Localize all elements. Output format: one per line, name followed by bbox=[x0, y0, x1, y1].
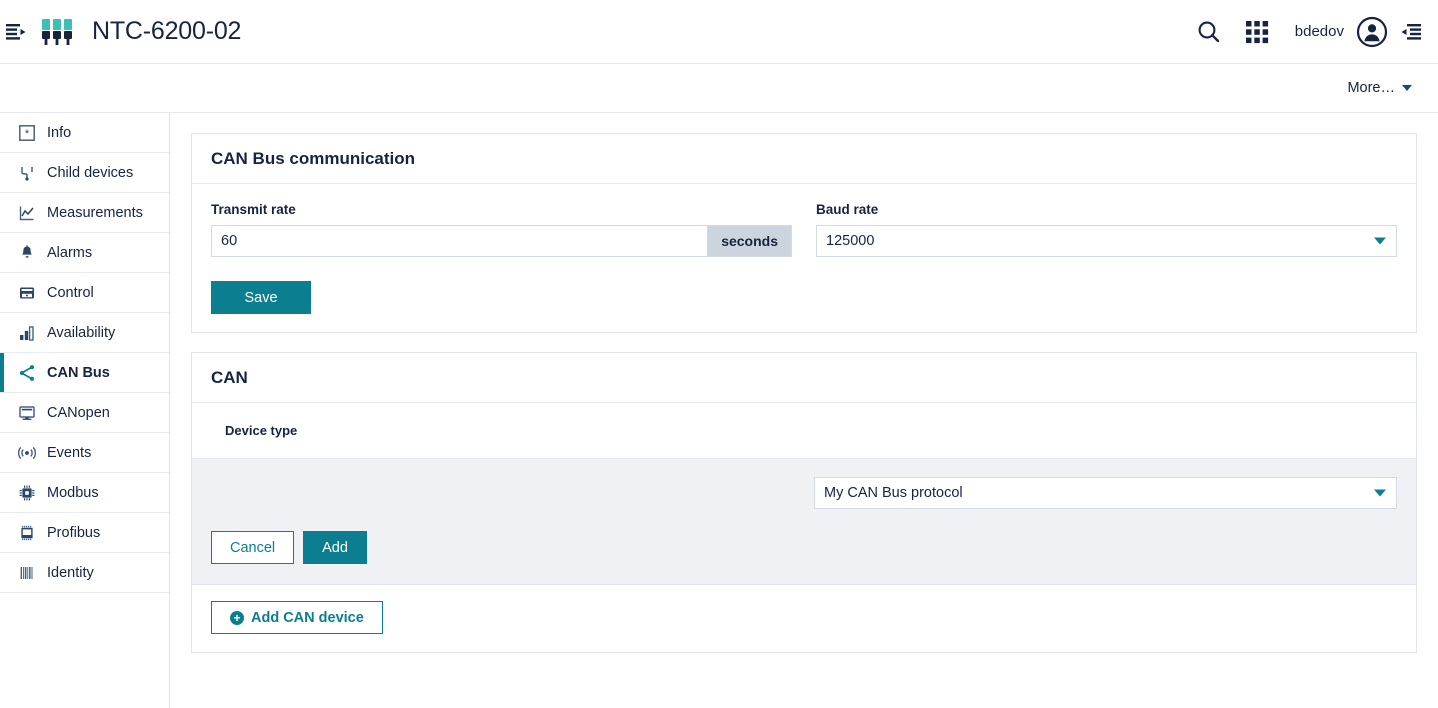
chevron-down-icon bbox=[1402, 85, 1412, 91]
sidebar-item-events[interactable]: Events bbox=[0, 433, 169, 473]
sidebar-item-label: CANopen bbox=[47, 404, 110, 421]
share-nodes-icon bbox=[14, 364, 40, 382]
protocol-select-wrap: My CAN Bus protocol bbox=[814, 477, 1397, 509]
cancel-button[interactable]: Cancel bbox=[211, 531, 295, 564]
sidebar-item-label: Events bbox=[47, 444, 92, 461]
user-name-label: bdedov bbox=[1294, 23, 1344, 40]
more-menu-button[interactable]: More… bbox=[1347, 80, 1412, 96]
communication-form-row: Transmit rate seconds Baud rate 125000 bbox=[211, 202, 1397, 257]
chip-icon bbox=[14, 485, 40, 501]
can-card: CAN Device type My CAN Bus protocol Canc… bbox=[191, 352, 1417, 653]
protocol-select-container: My CAN Bus protocol bbox=[211, 477, 1397, 509]
sidebar-item-label: CAN Bus bbox=[47, 364, 110, 381]
asterisk-icon: * bbox=[14, 124, 40, 141]
panel-collapse-right-icon[interactable] bbox=[1392, 0, 1430, 64]
sidebar-item-label: Profibus bbox=[47, 524, 101, 541]
more-menu-label: More… bbox=[1347, 80, 1395, 96]
broadcast-icon bbox=[14, 445, 40, 461]
baud-rate-select-wrap: 125000 bbox=[816, 225, 1397, 257]
sidebar-item-alarms[interactable]: Alarms bbox=[0, 233, 169, 273]
card-title: CAN bbox=[192, 353, 1416, 403]
sidebar-nav: * Info Child devices Measurements Alarms bbox=[0, 113, 170, 708]
header-left-group: NTC-6200-02 bbox=[0, 0, 241, 64]
sidebar-item-can-bus[interactable]: CAN Bus bbox=[0, 353, 169, 393]
baud-rate-select[interactable]: 125000 bbox=[816, 225, 1397, 257]
save-button[interactable]: Save bbox=[211, 281, 311, 314]
sidebar-item-canopen[interactable]: CANopen bbox=[0, 393, 169, 433]
header-right-group: bdedov bbox=[1185, 0, 1438, 64]
transmit-rate-unit-addon: seconds bbox=[708, 225, 792, 257]
column-header-device-type: Device type bbox=[225, 423, 298, 438]
transmit-rate-input-group: seconds bbox=[211, 225, 792, 257]
can-card-footer: + Add CAN device bbox=[192, 585, 1416, 652]
sidebar-item-profibus[interactable]: Profibus bbox=[0, 513, 169, 553]
add-can-device-button[interactable]: + Add CAN device bbox=[211, 601, 383, 634]
sidebar-item-label: Measurements bbox=[47, 204, 143, 221]
add-button[interactable]: Add bbox=[303, 531, 367, 564]
protocol-select[interactable]: My CAN Bus protocol bbox=[814, 477, 1397, 509]
search-icon[interactable] bbox=[1185, 0, 1233, 64]
baud-rate-value: 125000 bbox=[826, 233, 875, 249]
sidebar-item-child-devices[interactable]: Child devices bbox=[0, 153, 169, 193]
module-icon bbox=[14, 525, 40, 541]
device-tree-icon bbox=[14, 165, 40, 181]
sidebar-item-label: Modbus bbox=[47, 484, 99, 501]
bell-icon bbox=[14, 244, 40, 261]
sidebar-item-modbus[interactable]: Modbus bbox=[0, 473, 169, 513]
sub-header-bar: More… bbox=[0, 64, 1438, 113]
baud-rate-label: Baud rate bbox=[816, 202, 879, 217]
card-title: CAN Bus communication bbox=[192, 134, 1416, 184]
page-title: NTC-6200-02 bbox=[92, 17, 242, 45]
sidebar-item-measurements[interactable]: Measurements bbox=[0, 193, 169, 233]
main-content: CAN Bus communication Transmit rate seco… bbox=[170, 113, 1438, 708]
monitor-icon bbox=[14, 405, 40, 421]
user-avatar-icon[interactable] bbox=[1352, 0, 1392, 64]
barcode-icon bbox=[14, 565, 40, 581]
sidebar-item-label: Child devices bbox=[47, 164, 134, 181]
sidebar-item-control[interactable]: Control bbox=[0, 273, 169, 313]
sidebar-item-info[interactable]: * Info bbox=[0, 113, 169, 153]
sidebar-item-label: Identity bbox=[47, 564, 94, 581]
can-table-header: Device type bbox=[192, 403, 1416, 459]
baud-rate-group: Baud rate 125000 bbox=[816, 202, 1397, 257]
sidebar-item-label: Alarms bbox=[47, 244, 93, 261]
svg-text:*: * bbox=[25, 128, 30, 140]
sidebar-item-label: Availability bbox=[47, 324, 116, 341]
sidebar-item-identity[interactable]: Identity bbox=[0, 553, 169, 593]
protocol-value: My CAN Bus protocol bbox=[824, 485, 963, 501]
control-panel-icon bbox=[14, 285, 40, 301]
transmit-rate-label: Transmit rate bbox=[211, 202, 296, 217]
line-chart-icon bbox=[14, 205, 40, 221]
add-can-device-label: Add CAN device bbox=[251, 609, 364, 626]
sidebar-item-label: Control bbox=[47, 284, 94, 301]
app-grid-icon[interactable] bbox=[1233, 0, 1281, 64]
can-connectors-logo-icon bbox=[38, 13, 76, 51]
can-bus-communication-card: CAN Bus communication Transmit rate seco… bbox=[191, 133, 1417, 333]
communication-card-body: Transmit rate seconds Baud rate 125000 bbox=[192, 184, 1416, 332]
app-header: NTC-6200-02 bdedov bbox=[0, 0, 1438, 64]
new-row-actions: Cancel Add bbox=[211, 531, 1397, 564]
can-new-device-row: My CAN Bus protocol Cancel Add bbox=[192, 459, 1416, 585]
transmit-rate-group: Transmit rate seconds bbox=[211, 202, 792, 257]
bar-chart-icon bbox=[14, 325, 40, 341]
communication-actions: Save bbox=[211, 281, 1397, 314]
panel-collapse-left-icon[interactable] bbox=[0, 0, 32, 64]
sidebar-item-availability[interactable]: Availability bbox=[0, 313, 169, 353]
transmit-rate-input[interactable] bbox=[211, 225, 709, 257]
page-body: * Info Child devices Measurements Alarms bbox=[0, 113, 1438, 708]
sidebar-item-label: Info bbox=[47, 124, 72, 141]
plus-circle-icon: + bbox=[230, 610, 244, 625]
